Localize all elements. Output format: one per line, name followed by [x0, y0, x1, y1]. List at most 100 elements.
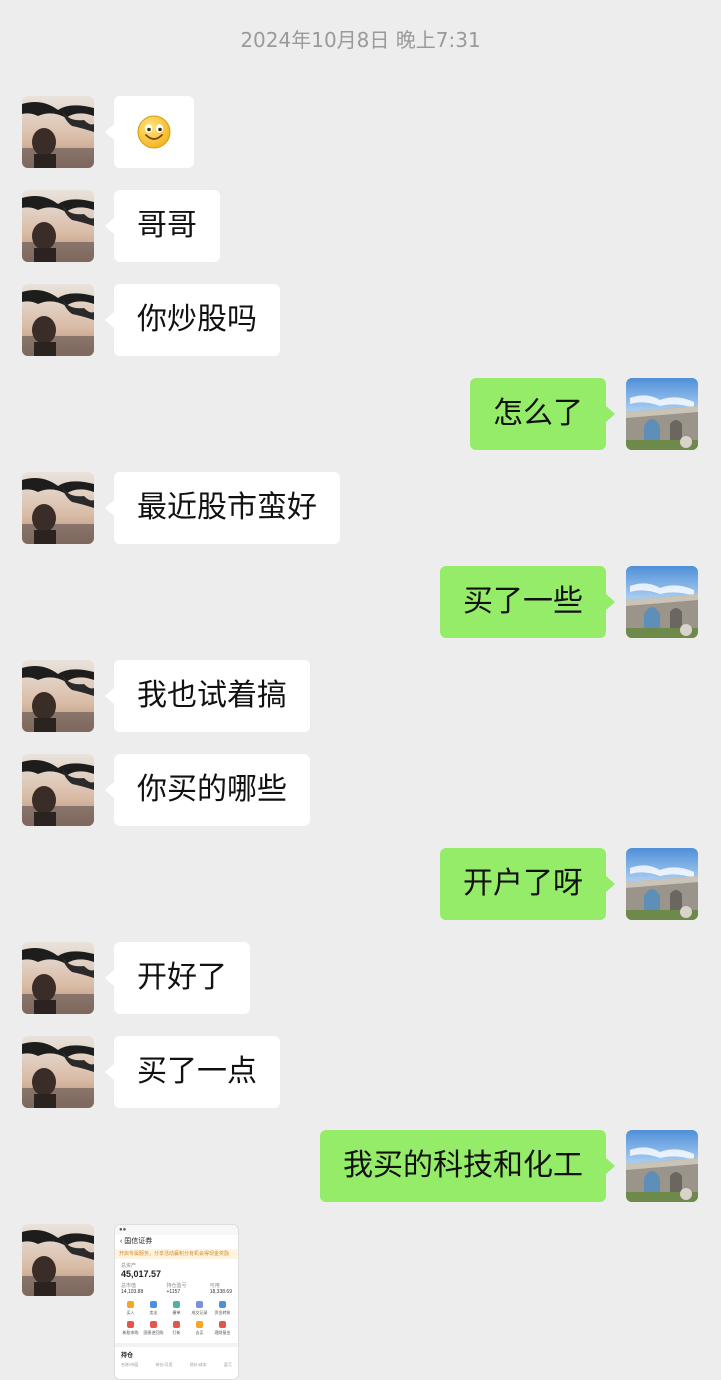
message-bubble-outgoing[interactable]: 买了一些 [440, 566, 615, 638]
thumb-status-bar: ●● [115, 1225, 238, 1235]
message-row: ●● ‹ 国信证券 开启专属服务，分享活动赢积分有机会得现金奖励 总资产 45,… [0, 1224, 721, 1380]
thumb-col-header: 盈亏 [223, 1362, 232, 1367]
thumb-action-label: 国债逆回购 [143, 1330, 164, 1335]
thumb-position-value: +1157 [166, 1289, 181, 1295]
image-message-screenshot[interactable]: ●● ‹ 国信证券 开启专属服务，分享活动赢积分有机会得现金奖励 总资产 45,… [114, 1224, 239, 1380]
message-bubble-incoming[interactable]: 最近股市蛮好 [105, 472, 340, 544]
thumb-market-value: 14,103.88 [121, 1289, 144, 1295]
message-bubble-outgoing[interactable]: 开户了呀 [440, 848, 615, 920]
contact-avatar[interactable] [22, 190, 94, 262]
thumb-action-label: 买入 [126, 1310, 135, 1315]
repo-icon [150, 1321, 157, 1328]
thumb-action: 成交记录 [188, 1301, 211, 1316]
contact-avatar-photo [22, 754, 94, 826]
message-row: 你买的哪些 [0, 754, 721, 826]
contact-avatar[interactable] [22, 1036, 94, 1108]
message-bubble-outgoing[interactable]: 我买的科技和化工 [320, 1130, 615, 1202]
my-avatar[interactable] [626, 566, 698, 638]
contact-avatar-photo [22, 284, 94, 356]
my-avatar[interactable] [626, 378, 698, 450]
message-row: 买了一点 [0, 1036, 721, 1108]
message-row: 怎么了 [0, 378, 721, 450]
message-row: 买了一些 [0, 566, 721, 638]
shop-icon [196, 1321, 203, 1328]
my-avatar-photo [626, 378, 698, 450]
my-avatar[interactable] [626, 848, 698, 920]
contact-avatar[interactable] [22, 96, 94, 168]
thumb-action: 打新 [165, 1321, 188, 1336]
thumb-notice-bar: 开启专属服务，分享活动赢积分有机会得现金奖励 [115, 1249, 238, 1259]
contact-avatar[interactable] [22, 942, 94, 1014]
chat-view: 2024年10月8日 晚上7:31 哥哥 你炒股吗 怎么了 最近股市蛮好 买了一… [0, 0, 721, 1380]
thumb-action: 卖出 [142, 1301, 165, 1316]
thumb-total-assets-label: 总资产 [121, 1263, 137, 1269]
message-bubble-incoming[interactable]: 我也试着搞 [105, 660, 310, 732]
thumb-action-label: 去买 [195, 1330, 204, 1335]
thumb-action: 去买 [188, 1321, 211, 1336]
thumb-action-label: 卖出 [149, 1310, 158, 1315]
records-icon [196, 1301, 203, 1308]
message-bubble-incoming[interactable]: 你炒股吗 [105, 284, 280, 356]
message-row [0, 96, 721, 168]
thumb-action: 新股申购 [119, 1321, 142, 1336]
contact-avatar-photo [22, 1036, 94, 1108]
thumb-total-assets: 45,017.57 [121, 1269, 162, 1279]
ipo-icon [127, 1321, 134, 1328]
my-avatar-photo [626, 848, 698, 920]
thumb-col-header: 持仓/可用 [155, 1362, 173, 1367]
thumb-app-title: 国信证券 [124, 1238, 153, 1245]
contact-avatar-photo [22, 190, 94, 262]
message-bubble-incoming[interactable]: 哥哥 [105, 190, 220, 262]
thumb-summary-row: 总市值 14,103.88 持仓盈亏 +1157 可用 18,338.69 [115, 1279, 238, 1295]
message-bubble-incoming[interactable]: 你买的哪些 [105, 754, 310, 826]
contact-avatar-photo [22, 942, 94, 1014]
thumb-action-grid: 买入 卖出 撤单 成交记录 资金转账 新股申购 国债逆回购 打新 去买 理财基金 [115, 1295, 238, 1341]
my-avatar-photo [626, 1130, 698, 1202]
new-shares-icon [173, 1321, 180, 1328]
my-avatar[interactable] [626, 1130, 698, 1202]
message-bubble-emoji[interactable] [105, 96, 194, 168]
thumb-available-value: 18,338.69 [209, 1289, 232, 1295]
message-row: 我也试着搞 [0, 660, 721, 732]
thumb-action-label: 新股申购 [122, 1330, 139, 1335]
smiley-face-icon [137, 115, 171, 149]
message-bubble-incoming[interactable]: 买了一点 [105, 1036, 280, 1108]
thumb-action: 买入 [119, 1301, 142, 1316]
contact-avatar-photo [22, 660, 94, 732]
message-row: 开户了呀 [0, 848, 721, 920]
message-bubble-outgoing[interactable]: 怎么了 [470, 378, 615, 450]
thumb-holdings-columns: 名称/市值 持仓/可用 现价/成本 盈亏 [115, 1359, 238, 1368]
contact-avatar[interactable] [22, 660, 94, 732]
message-row: 我买的科技和化工 [0, 1130, 721, 1202]
thumb-action: 资金转账 [211, 1301, 234, 1316]
fund-icon [219, 1321, 226, 1328]
contact-avatar[interactable] [22, 284, 94, 356]
thumb-action: 理财基金 [211, 1321, 234, 1336]
message-timestamp: 2024年10月8日 晚上7:31 [240, 28, 481, 52]
thumb-app-header: ‹ 国信证券 [115, 1235, 238, 1249]
buy-icon [127, 1301, 134, 1308]
contact-avatar[interactable] [22, 754, 94, 826]
cancel-order-icon [173, 1301, 180, 1308]
message-row: 你炒股吗 [0, 284, 721, 356]
message-row: 最近股市蛮好 [0, 472, 721, 544]
message-row: 开好了 [0, 942, 721, 1014]
contact-avatar-photo [22, 96, 94, 168]
thumb-action-label: 理财基金 [214, 1330, 231, 1335]
thumb-action-label: 撤单 [172, 1310, 181, 1315]
thumb-col-header: 现价/成本 [189, 1362, 207, 1367]
my-avatar-photo [626, 566, 698, 638]
contact-avatar-photo [22, 1224, 94, 1296]
message-bubble-incoming[interactable]: 开好了 [105, 942, 250, 1014]
message-row: 哥哥 [0, 190, 721, 262]
contact-avatar[interactable] [22, 472, 94, 544]
thumb-action: 撤单 [165, 1301, 188, 1316]
contact-avatar-photo [22, 472, 94, 544]
sell-icon [150, 1301, 157, 1308]
thumb-action-label: 资金转账 [214, 1310, 231, 1315]
thumb-action-label: 打新 [172, 1330, 181, 1335]
contact-avatar[interactable] [22, 1224, 94, 1296]
thumb-holdings-label: 持仓 [121, 1353, 134, 1359]
thumb-col-header: 名称/市值 [121, 1362, 139, 1367]
thumb-action-label: 成交记录 [191, 1310, 208, 1315]
